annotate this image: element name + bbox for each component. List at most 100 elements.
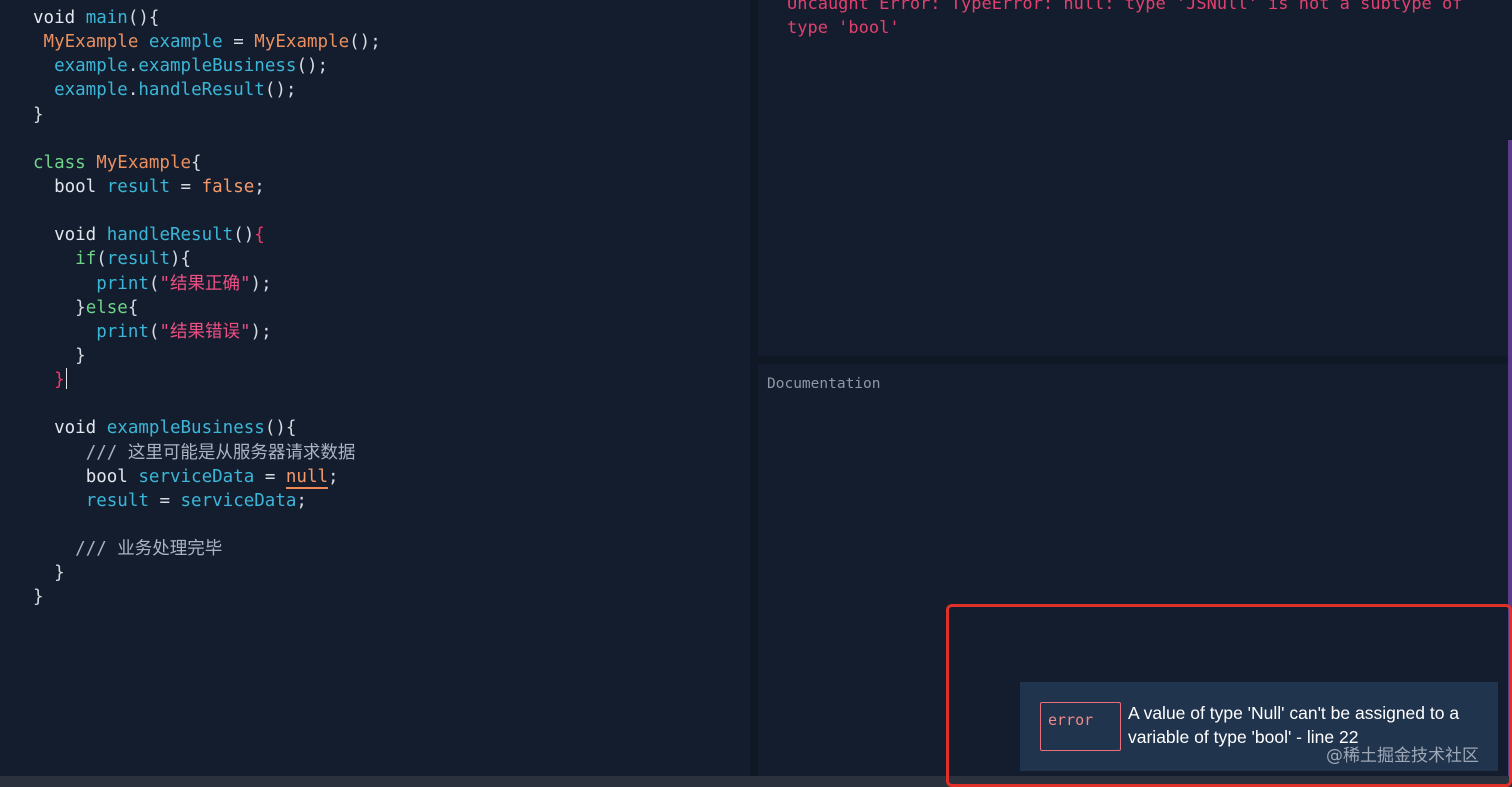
code-line[interactable]: if(result){: [33, 247, 381, 271]
code-line[interactable]: class MyExample{: [33, 151, 381, 175]
code-line[interactable]: void handleResult(){: [33, 223, 381, 247]
code-token: void: [54, 418, 107, 439]
code-token: handleResult: [138, 80, 265, 101]
code-line[interactable]: example.exampleBusiness();: [33, 54, 381, 78]
code-token: }: [33, 104, 44, 125]
code-line[interactable]: }: [33, 561, 381, 585]
code-token: main: [85, 8, 128, 28]
code-line[interactable]: void main(){: [33, 6, 381, 30]
code-token: print: [96, 273, 149, 294]
code-token: "结果正确": [159, 273, 251, 294]
code-token: }: [33, 297, 86, 318]
code-token: /// 这里可能是从服务器请求数据: [85, 442, 356, 463]
code-line[interactable]: bool result = false;: [33, 175, 381, 199]
code-token: =: [148, 490, 181, 511]
code-token: result: [85, 490, 149, 511]
code-token: bool: [85, 466, 139, 487]
code-token: exampleBusiness: [138, 56, 297, 77]
code-line[interactable]: print("结果正确");: [33, 272, 381, 296]
code-token: MyExample: [96, 152, 192, 173]
code-token: class: [33, 152, 97, 173]
code-token: ();: [349, 32, 381, 53]
code-token: }: [33, 345, 86, 366]
vertical-splitter[interactable]: [750, 0, 758, 776]
code-token: (: [148, 273, 160, 294]
code-line[interactable]: void exampleBusiness(){: [33, 416, 381, 440]
horizontal-splitter[interactable]: [758, 356, 1508, 364]
code-token: );: [250, 321, 272, 342]
code-line[interactable]: [33, 513, 381, 537]
watermark: @稀土掘金技术社区: [1326, 746, 1479, 766]
code-token: ;: [328, 466, 339, 487]
code-token: (): [233, 225, 255, 246]
code-token: example: [54, 56, 128, 77]
code-token: );: [250, 273, 272, 294]
code-token: handleResult: [106, 225, 234, 246]
code-token: ){: [170, 249, 192, 270]
code-line[interactable]: }: [33, 344, 381, 368]
code-token: ();: [264, 80, 297, 101]
code-token: void: [33, 8, 86, 28]
code-token: (){: [264, 418, 297, 439]
code-token: false: [201, 176, 255, 197]
error-token: null: [285, 466, 329, 489]
code-token: }: [33, 563, 65, 584]
code-token: example: [54, 80, 128, 101]
code-token: result: [106, 176, 170, 197]
code-line[interactable]: [33, 127, 381, 151]
code-token: (: [148, 321, 160, 342]
code-editor[interactable]: void main(){ MyExample example = MyExamp…: [0, 0, 750, 776]
code-token: ;: [296, 490, 307, 511]
code-line[interactable]: }: [33, 368, 381, 392]
code-token: {: [191, 152, 202, 173]
code-line[interactable]: /// 业务处理完毕: [33, 537, 381, 561]
code-line[interactable]: }: [33, 585, 381, 609]
code-token: example: [148, 32, 223, 53]
code-line[interactable]: print("结果错误");: [33, 320, 381, 344]
code-token: MyExample: [254, 32, 350, 53]
code-token: {: [254, 225, 265, 246]
code-token: .: [127, 80, 139, 101]
code-line[interactable]: bool serviceData = null;: [33, 465, 381, 489]
console-panel: Uncaught Error: TypeError: null: type 'J…: [758, 0, 1508, 356]
code-token: .: [127, 56, 139, 77]
code-token: serviceData: [180, 490, 297, 511]
code-token: else: [85, 297, 128, 318]
code-line[interactable]: example.handleResult();: [33, 78, 381, 102]
code-line[interactable]: [33, 199, 381, 223]
code-token: ;: [254, 176, 265, 197]
code-token: {: [127, 297, 139, 318]
code-line[interactable]: /// 这里可能是从服务器请求数据: [33, 441, 381, 465]
code-token: "结果错误": [159, 321, 251, 342]
code-line[interactable]: [33, 392, 381, 416]
code-token: =: [222, 32, 255, 53]
text-cursor: [65, 368, 68, 390]
code-token: }: [54, 370, 65, 391]
console-error-text: Uncaught Error: TypeError: null: type 'J…: [787, 0, 1463, 38]
code-token: }: [33, 587, 44, 608]
code-line[interactable]: }: [33, 103, 381, 127]
code-line[interactable]: MyExample example = MyExample();: [33, 30, 381, 54]
code-token: exampleBusiness: [106, 418, 265, 439]
code-line[interactable]: result = serviceData;: [33, 489, 381, 513]
code-content[interactable]: void main(){ MyExample example = MyExamp…: [33, 6, 381, 610]
code-token: MyExample: [43, 32, 139, 53]
code-token: /// 业务处理完毕: [75, 539, 223, 560]
code-token: =: [169, 176, 202, 197]
code-line[interactable]: }else{: [33, 296, 381, 320]
code-token: serviceData: [138, 466, 255, 487]
